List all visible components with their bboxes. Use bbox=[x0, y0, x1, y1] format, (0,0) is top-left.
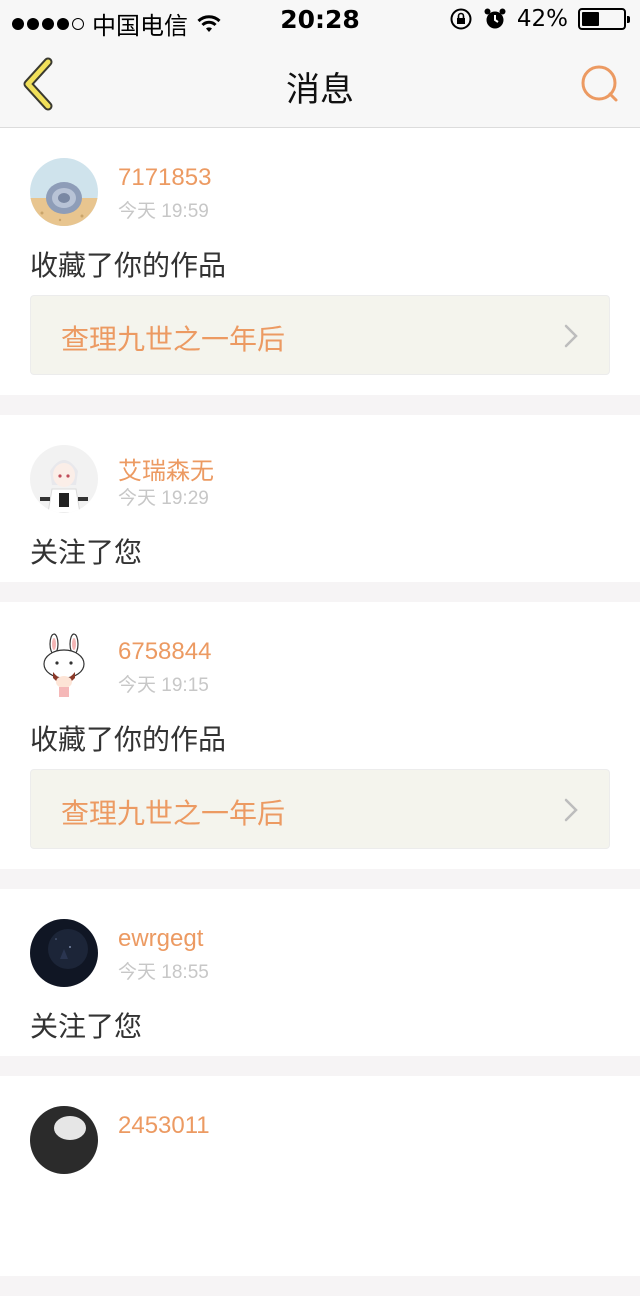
search-icon[interactable] bbox=[578, 62, 622, 106]
status-bar: 中国电信 20:28 42% bbox=[0, 0, 640, 40]
message-feed: 7171853 今天 19:59 收藏了你的作品 查理九世之一年后 艾瑞森无 今… bbox=[0, 128, 640, 1296]
chevron-right-icon bbox=[564, 324, 578, 348]
work-link[interactable]: 查理九世之一年后 bbox=[30, 295, 610, 375]
message-card: ewrgegt 今天 18:55 关注了您 bbox=[0, 889, 640, 1056]
battery-icon bbox=[578, 8, 630, 30]
work-title: 查理九世之一年后 bbox=[61, 323, 286, 356]
avatar[interactable] bbox=[30, 919, 98, 987]
timestamp: 今天 19:15 bbox=[118, 675, 209, 696]
partial-avatar bbox=[30, 1106, 98, 1174]
timestamp: 今天 19:29 bbox=[118, 488, 209, 509]
work-link[interactable]: 查理九世之一年后 bbox=[30, 769, 610, 849]
avatar[interactable] bbox=[30, 158, 98, 226]
username[interactable]: 7171853 bbox=[118, 164, 211, 192]
action-text: 收藏了你的作品 bbox=[30, 249, 227, 282]
timestamp: 今天 18:55 bbox=[118, 962, 209, 983]
username[interactable]: 6758844 bbox=[118, 638, 211, 666]
anime-girl-avatar bbox=[30, 445, 98, 513]
status-right: 42% bbox=[449, 6, 630, 32]
avatar[interactable] bbox=[30, 445, 98, 513]
avatar[interactable] bbox=[30, 632, 98, 700]
avatar[interactable] bbox=[30, 1106, 98, 1174]
dark-night-avatar bbox=[30, 919, 98, 987]
chevron-right-icon bbox=[564, 798, 578, 822]
action-text: 关注了您 bbox=[30, 536, 143, 569]
message-card: 2453011 bbox=[0, 1076, 640, 1276]
username[interactable]: 艾瑞森无 bbox=[118, 451, 214, 486]
message-card: 7171853 今天 19:59 收藏了你的作品 查理九世之一年后 bbox=[0, 128, 640, 395]
action-text: 关注了您 bbox=[30, 1010, 143, 1043]
action-text: 收藏了你的作品 bbox=[30, 723, 227, 756]
battery-percentage: 42% bbox=[516, 6, 568, 32]
timestamp: 今天 19:59 bbox=[118, 201, 209, 222]
bunny-hat-avatar bbox=[30, 632, 98, 700]
navigation-bar: 消息 bbox=[0, 40, 640, 128]
alarm-icon bbox=[484, 8, 506, 29]
message-card: 6758844 今天 19:15 收藏了你的作品 查理九世之一年后 bbox=[0, 602, 640, 869]
message-card: 艾瑞森无 今天 19:29 关注了您 bbox=[0, 415, 640, 582]
username[interactable]: ewrgegt bbox=[118, 925, 203, 953]
work-title: 查理九世之一年后 bbox=[61, 797, 286, 830]
page-title: 消息 bbox=[286, 70, 354, 110]
rotation-lock-icon bbox=[450, 8, 472, 30]
snail-shell-avatar bbox=[30, 158, 98, 226]
